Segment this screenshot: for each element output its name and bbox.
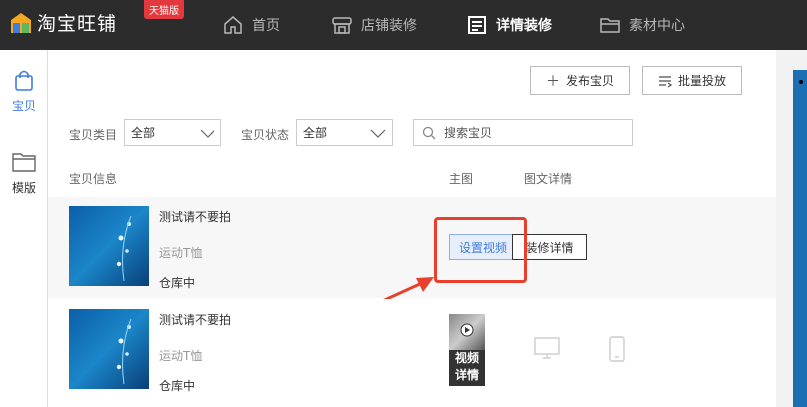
video-detail-thumbnail[interactable]: 视频 详情 bbox=[449, 314, 485, 386]
nav-material-center[interactable]: 素材中心 bbox=[599, 0, 685, 50]
store-icon bbox=[332, 17, 352, 34]
sidebar-item-templates[interactable]: 模版 bbox=[0, 142, 48, 204]
column-header-detail: 图文详情 bbox=[524, 172, 573, 186]
sidebar-item-label: 模版 bbox=[11, 180, 36, 195]
logo-icon bbox=[11, 12, 31, 33]
product-stock-status: 仓库中 bbox=[159, 379, 196, 393]
column-header-info: 宝贝信息 bbox=[69, 172, 118, 186]
left-sidebar: 宝贝 模版 bbox=[0, 50, 48, 407]
desktop-icon[interactable] bbox=[534, 337, 560, 361]
nav-home-label: 首页 bbox=[252, 18, 280, 34]
product-stock-status: 仓库中 bbox=[159, 276, 196, 290]
product-image bbox=[69, 206, 149, 286]
publish-product-button[interactable]: ＋ 发布宝贝 bbox=[530, 66, 630, 95]
batch-deploy-button[interactable]: 批量投放 bbox=[642, 66, 742, 95]
top-bar: 淘宝旺铺 天猫版 首页 店铺装修 详情装修 素材中心 bbox=[0, 0, 807, 50]
category-filter-label: 宝贝类目 bbox=[69, 128, 118, 142]
list-icon bbox=[658, 75, 672, 88]
nav-detail-decor[interactable]: 详情装修 bbox=[466, 0, 552, 50]
home-icon bbox=[224, 16, 242, 34]
right-preview-panel bbox=[793, 70, 807, 407]
mobile-icon[interactable] bbox=[608, 336, 626, 362]
search-input[interactable]: 搜索宝贝 bbox=[413, 119, 633, 146]
product-thumbnail[interactable] bbox=[69, 309, 149, 389]
nav-store-decor[interactable]: 店铺装修 bbox=[331, 0, 417, 50]
nav-detail-label: 详情装修 bbox=[496, 18, 552, 34]
folder-icon bbox=[12, 152, 36, 172]
nav-store-label: 店铺装修 bbox=[361, 18, 417, 34]
product-subtitle: 运动T恤 bbox=[159, 246, 203, 260]
category-select[interactable]: 全部 bbox=[124, 119, 221, 146]
nav-home[interactable]: 首页 bbox=[222, 0, 280, 50]
product-thumbnail[interactable] bbox=[69, 206, 149, 286]
search-placeholder: 搜索宝贝 bbox=[444, 126, 493, 140]
highlight-box bbox=[434, 217, 527, 283]
play-icon bbox=[460, 323, 474, 337]
table-row bbox=[48, 299, 776, 407]
folder-icon bbox=[600, 18, 620, 33]
sidebar-item-label: 宝贝 bbox=[11, 98, 36, 113]
nav-material-label: 素材中心 bbox=[629, 18, 685, 34]
sidebar-item-products[interactable]: 宝贝 bbox=[0, 60, 48, 122]
status-select[interactable]: 全部 bbox=[296, 119, 393, 146]
product-title: 测试请不要拍 bbox=[159, 210, 232, 224]
video-detail-label: 视频 详情 bbox=[454, 351, 479, 382]
status-filter-label: 宝贝状态 bbox=[241, 128, 290, 142]
product-title: 测试请不要拍 bbox=[159, 313, 232, 327]
app-name: 淘宝旺铺 bbox=[37, 13, 118, 35]
tmall-badge: 天猫版 bbox=[144, 0, 184, 19]
chevron-down-icon bbox=[200, 129, 214, 138]
logo[interactable]: 淘宝旺铺 bbox=[9, 9, 117, 36]
column-header-main-image: 主图 bbox=[449, 172, 474, 186]
search-icon bbox=[422, 126, 436, 139]
bag-icon bbox=[15, 70, 33, 91]
plus-icon: ＋ bbox=[545, 73, 560, 90]
product-image bbox=[69, 309, 149, 389]
chevron-down-icon bbox=[370, 129, 386, 138]
document-icon bbox=[468, 16, 486, 34]
product-subtitle: 运动T恤 bbox=[159, 349, 203, 363]
